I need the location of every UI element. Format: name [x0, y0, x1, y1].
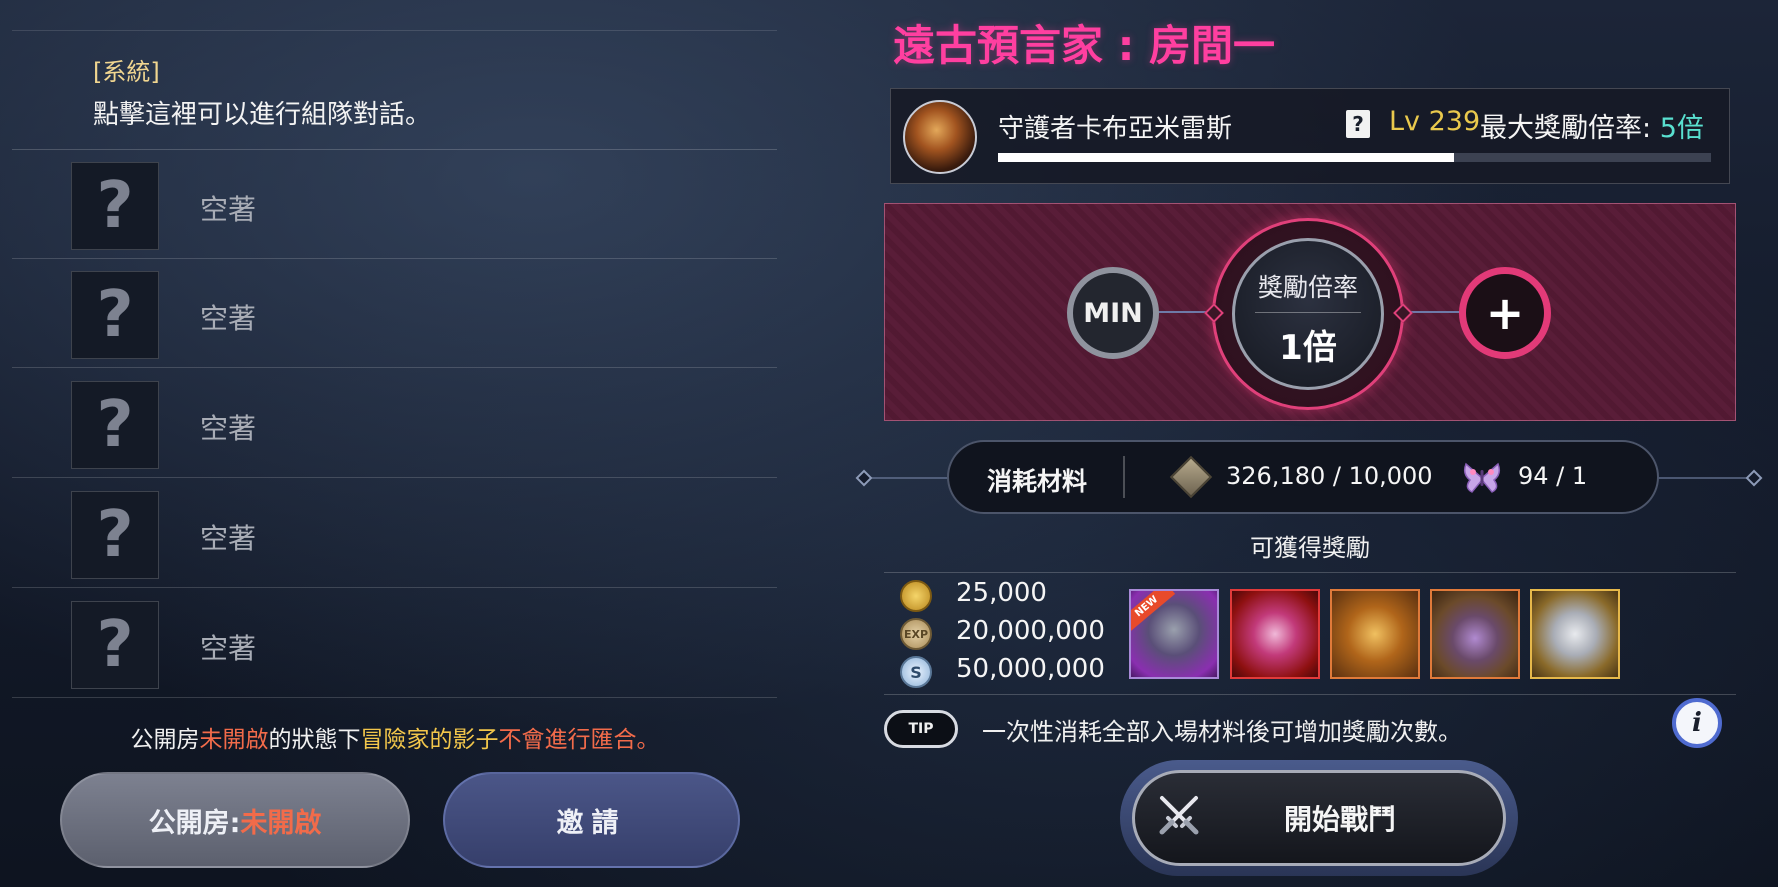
increase-multiplier-button[interactable]: + [1459, 267, 1551, 359]
exp-icon: EXP [900, 618, 932, 650]
slot-status-label: 空著 [200, 632, 257, 665]
unknown-member-icon: ? [71, 162, 159, 250]
public-room-label: 公開房: [148, 807, 241, 839]
max-reward-multiplier: 最大獎勵倍率: 5倍 [1480, 106, 1704, 145]
unknown-member-icon: ? [71, 271, 159, 359]
public-room-state: 未開啟 [240, 807, 322, 839]
silver-reward-amount: 50,000,000 [956, 654, 1105, 684]
unknown-member-icon: ? [71, 601, 159, 689]
moth-material-amount: 94 / 1 [1518, 462, 1588, 490]
unknown-member-icon: ? [71, 491, 159, 579]
public-room-notice: 公開房未開啟的狀態下冒險家的影子不會進行匯合。 [0, 720, 790, 754]
reward-item-open-chest[interactable] [1430, 589, 1520, 679]
notice-highlight: 冒險家的影子 [360, 727, 499, 753]
rewards-divider [884, 694, 1736, 695]
exp-reward-amount: 20,000,000 [956, 616, 1105, 646]
crossed-swords-icon [1159, 796, 1199, 835]
party-slot-5[interactable]: ? 空著 [12, 589, 777, 698]
help-icon[interactable]: ? [1346, 110, 1370, 138]
chat-system-tag: [系統] [93, 58, 160, 86]
diamond-ornament [1745, 469, 1763, 487]
slot-status-label: 空著 [200, 193, 257, 226]
reward-item-chest[interactable] [1330, 589, 1420, 679]
notice-highlight: 未開啟 [199, 727, 269, 753]
boss-level: Lv 239 [1389, 106, 1481, 137]
slot-status-label: 空著 [200, 412, 257, 445]
tip-text: 一次性消耗全部入場材料後可增加獎勵次數。 [982, 718, 1462, 746]
party-slot-3[interactable]: ? 空著 [12, 369, 777, 478]
tip-badge: TIP [884, 710, 958, 748]
reward-item-armor[interactable]: NEW [1129, 589, 1219, 679]
slot-status-label: 空著 [200, 522, 257, 555]
reward-item-silver-helm[interactable] [1530, 589, 1620, 679]
min-multiplier-button[interactable]: MIN [1067, 267, 1159, 359]
party-slot-4[interactable]: ? 空著 [12, 479, 777, 588]
moth-material-icon[interactable] [1462, 460, 1502, 496]
notice-part: 的狀態下 [268, 727, 361, 753]
notice-part: 公開房 [130, 727, 200, 753]
new-badge: NEW [1131, 591, 1176, 633]
start-battle-label[interactable]: 開始戰鬥 [1240, 798, 1440, 838]
min-label: MIN [1083, 297, 1143, 329]
boss-portrait[interactable] [903, 100, 977, 174]
public-room-toggle-button[interactable]: 公開房: 未開啟 [60, 772, 410, 868]
room-title: 遠古預言家 : 房間一 [893, 21, 1276, 70]
info-icon[interactable]: i [1672, 698, 1722, 748]
diamond-ornament [855, 469, 873, 487]
rewards-title: 可獲得獎勵 [1250, 534, 1370, 562]
multiplier-value: 1倍 [1279, 328, 1337, 368]
cost-materials-label: 消耗材料 [987, 467, 1088, 496]
party-slot-1[interactable]: ? 空著 [12, 150, 777, 259]
max-reward-value: 5倍 [1659, 113, 1704, 144]
rewards-divider [884, 572, 1736, 573]
unknown-member-icon: ? [71, 381, 159, 469]
max-reward-label: 最大獎勵倍率: [1480, 113, 1652, 144]
reward-item-gem[interactable] [1230, 589, 1320, 679]
multiplier-label: 獎勵倍率 [1257, 273, 1358, 302]
party-chat-box[interactable] [12, 30, 777, 150]
party-slot-2[interactable]: ? 空著 [12, 259, 777, 368]
invite-label: 邀請 [556, 807, 627, 839]
gold-coin-icon [900, 580, 932, 612]
gold-reward-amount: 25,000 [956, 578, 1047, 608]
plus-icon: + [1485, 286, 1525, 340]
slot-status-label: 空著 [200, 302, 257, 335]
boss-progress-fill [998, 153, 1455, 162]
boss-name: 守護者卡布亞米雷斯 [998, 114, 1233, 144]
silver-coin-icon: S [900, 656, 932, 688]
stone-material-amount: 326,180 / 10,000 [1226, 462, 1433, 490]
cost-divider [1123, 456, 1125, 498]
tip-badge-label: TIP [908, 721, 934, 737]
multiplier-divider [1255, 312, 1361, 313]
chat-hint-text: 點擊這裡可以進行組隊對話。 [93, 100, 432, 130]
notice-highlight: 不會進行匯合。 [498, 727, 660, 753]
invite-button[interactable]: 邀請 [443, 772, 740, 868]
